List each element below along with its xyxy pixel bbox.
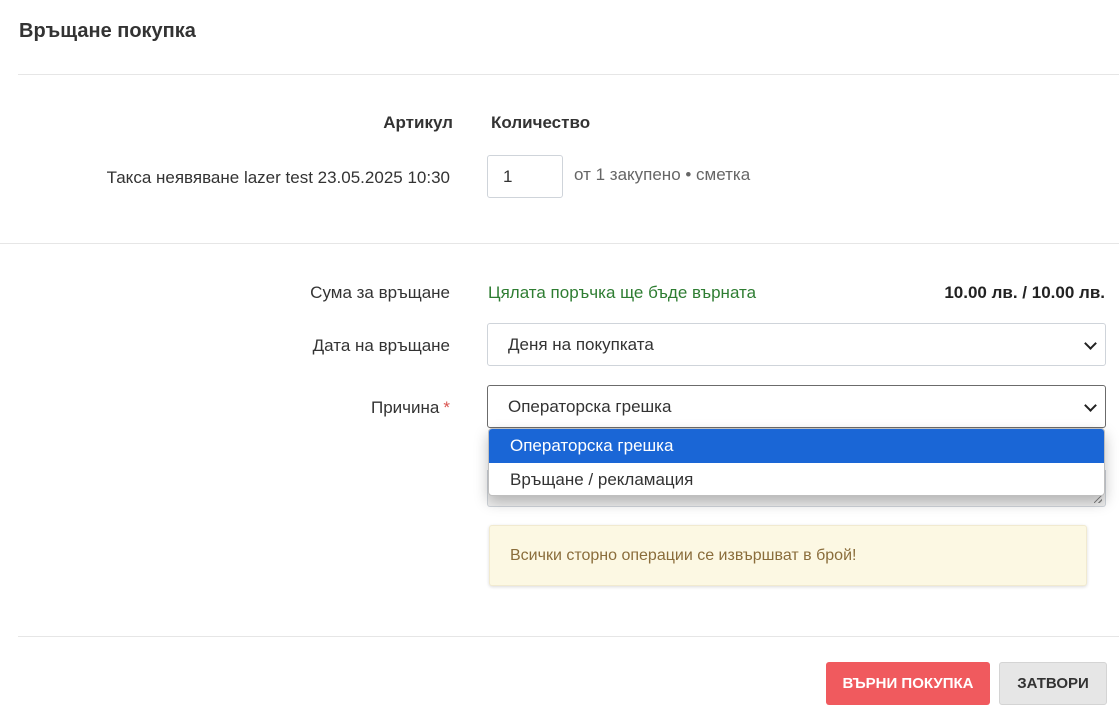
close-button[interactable]: ЗАТВОРИ <box>999 662 1107 705</box>
article-column-header: Артикул <box>383 113 453 132</box>
items-divider <box>0 243 1119 244</box>
reason-label: Причина * <box>371 398 450 418</box>
refund-info-text: Цялата поръчка ще бъде върната <box>488 283 757 302</box>
modal-title: Връщане покупка <box>19 20 196 42</box>
footer-divider <box>18 636 1119 637</box>
return-date-label: Дата на връщане <box>312 336 450 355</box>
reason-option-return-complaint[interactable]: Връщане / рекламация <box>489 463 1104 495</box>
return-date-select[interactable]: Деня на покупката <box>487 323 1106 366</box>
item-article-name: Такса неявяване lazer test 23.05.2025 10… <box>106 168 450 187</box>
reason-dropdown-list: Операторска грешка Връщане / рекламация <box>488 428 1105 496</box>
cash-refund-alert: Всички сторно операции се извършват в бр… <box>489 525 1087 586</box>
required-marker: * <box>443 398 450 417</box>
resize-grip-icon[interactable] <box>1094 495 1102 503</box>
refund-amount-label: Сума за връщане <box>310 283 450 302</box>
return-date-selected-value: Деня на покупката <box>508 335 654 354</box>
reason-selected-value: Операторска грешка <box>508 397 672 416</box>
quantity-purchased-note: от 1 закупено • сметка <box>574 165 751 184</box>
reason-option-operator-error[interactable]: Операторска грешка <box>489 429 1104 463</box>
return-purchase-modal: Връщане покупка Артикул Количество Такса… <box>0 0 1119 716</box>
quantity-input[interactable] <box>487 155 563 198</box>
refund-amount-value: 10.00 лв. / 10.00 лв. <box>944 283 1105 302</box>
quantity-column-header: Количество <box>491 113 591 132</box>
chevron-down-icon <box>1084 337 1097 350</box>
return-purchase-button[interactable]: ВЪРНИ ПОКУПКА <box>826 662 990 705</box>
reason-label-text: Причина <box>371 398 440 417</box>
chevron-down-icon <box>1084 399 1097 412</box>
header-divider <box>18 74 1119 75</box>
reason-select[interactable]: Операторска грешка <box>487 385 1106 428</box>
